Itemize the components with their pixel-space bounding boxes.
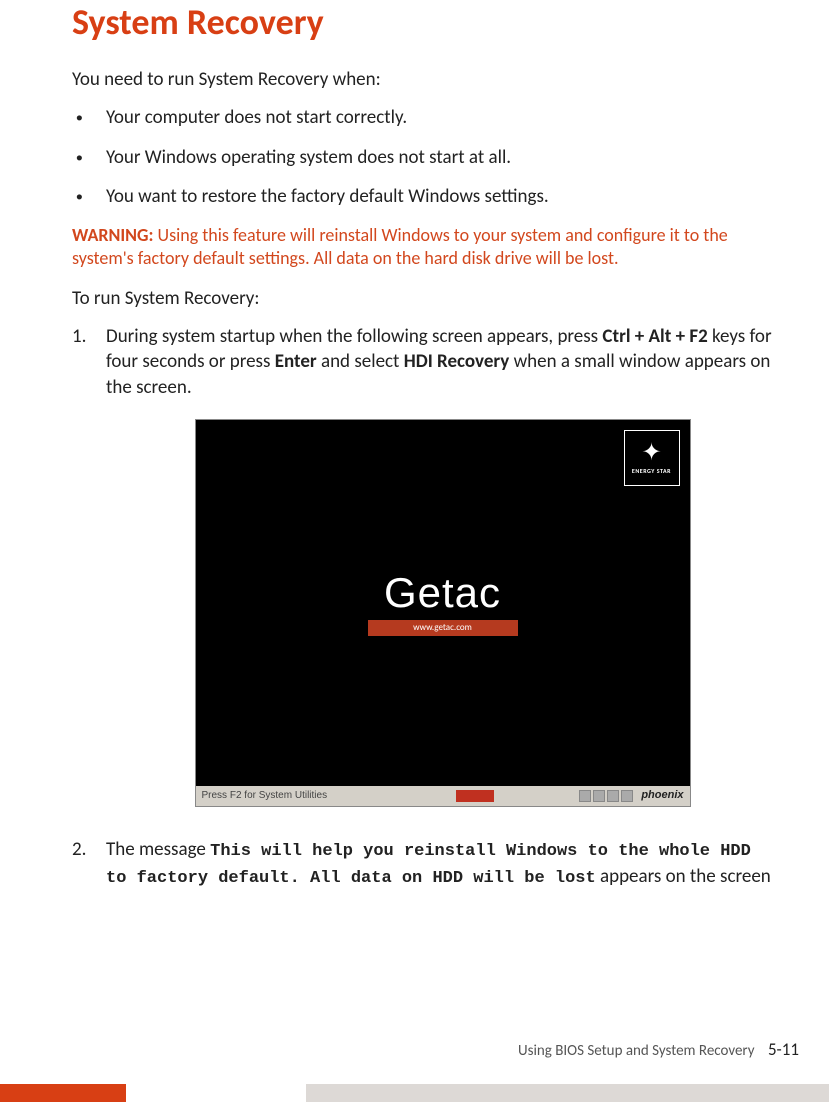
step-number: 1. [72, 324, 86, 350]
bios-brand: phoenix [641, 788, 683, 803]
option-name: HDI Recovery [404, 350, 510, 373]
footer-bar-accent [0, 1084, 126, 1102]
warning-text: Using this feature will reinstall Window… [72, 224, 728, 269]
footer-section-name: Using BIOS Setup and System Recovery [518, 1042, 755, 1060]
step-text: and select [317, 350, 404, 373]
step-text: appears on the screen [596, 865, 771, 888]
step-text: The message [106, 838, 210, 861]
steps-list: 1. During system startup when the follow… [72, 324, 779, 891]
getac-url-bar: www.getac.com [368, 620, 518, 636]
energy-star-label: ENERGY STAR [632, 467, 671, 475]
getac-url-text: www.getac.com [413, 622, 472, 634]
list-item: You want to restore the factory default … [72, 184, 779, 210]
reasons-list: Your computer does not start correctly. … [72, 105, 779, 210]
tray-icon [593, 790, 605, 802]
footer-decoration [0, 1084, 829, 1102]
bios-bar-hint: Press F2 for System Utilities [196, 789, 580, 803]
bios-screenshot: ✦ ENERGY STAR Getac www.getac.com Press … [195, 419, 691, 807]
footer-page-number: 5-11 [768, 1039, 799, 1060]
step-item: 1. During system startup when the follow… [72, 324, 779, 807]
bios-bar-indicator [456, 790, 494, 802]
page-heading: System Recovery [72, 0, 779, 44]
energy-star-badge: ✦ ENERGY STAR [624, 430, 680, 486]
intro-paragraph: You need to run System Recovery when: [72, 68, 779, 91]
footer-bar-grey [306, 1084, 829, 1102]
step-number: 2. [72, 837, 86, 863]
key-combo: Ctrl + Alt + F2 [602, 325, 707, 348]
page-content: System Recovery You need to run System R… [0, 0, 829, 891]
getac-logo: Getac [384, 565, 501, 622]
key-combo: Enter [275, 350, 317, 373]
steps-intro: To run System Recovery: [72, 287, 779, 310]
list-item: Your computer does not start correctly. [72, 105, 779, 131]
warning-block: WARNING: Using this feature will reinsta… [72, 224, 779, 271]
tray-icon [579, 790, 591, 802]
energy-star-icon: ✦ [641, 441, 661, 465]
bios-screen-area: ✦ ENERGY STAR Getac www.getac.com [196, 420, 690, 786]
step-item: 2. The message This will help you reinst… [72, 837, 779, 891]
bios-bar-tray: phoenix [579, 788, 689, 803]
warning-label: WARNING: [72, 224, 153, 246]
footer-caption: Using BIOS Setup and System Recovery 5-1… [0, 1039, 829, 1060]
step-text: During system startup when the following… [106, 325, 602, 348]
tray-icon [621, 790, 633, 802]
page-footer: Using BIOS Setup and System Recovery 5-1… [0, 1039, 829, 1102]
tray-icon [607, 790, 619, 802]
bios-status-bar: Press F2 for System Utilities phoenix [196, 786, 690, 806]
list-item: Your Windows operating system does not s… [72, 145, 779, 171]
